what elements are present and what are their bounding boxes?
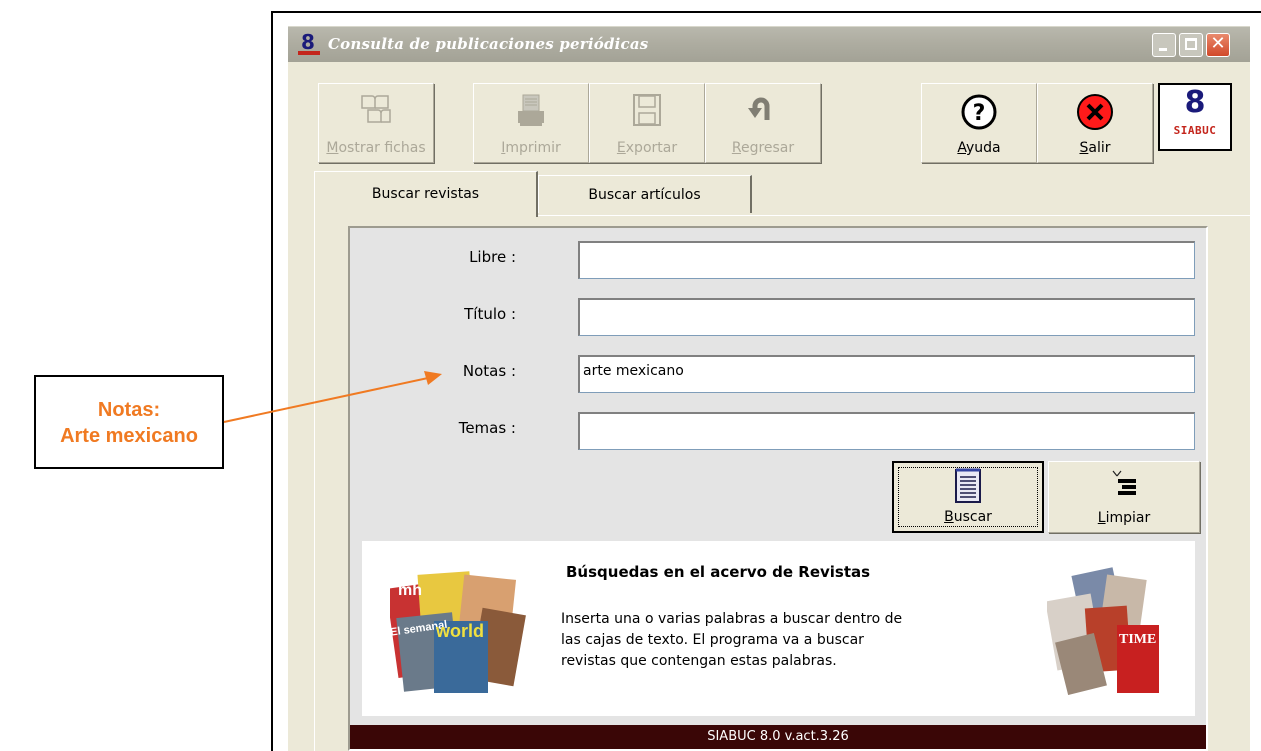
floppy-disk-icon	[633, 94, 661, 126]
annotation-callout: Notas: Arte mexicano	[34, 375, 224, 469]
libre-input[interactable]	[578, 241, 1195, 279]
svg-text:mh: mh	[398, 582, 422, 599]
imprimir-button[interactable]: Imprimir	[473, 83, 589, 163]
info-title: Búsquedas en el acervo de Revistas	[566, 563, 871, 581]
list-document-icon	[955, 468, 981, 503]
info-description: Inserta una o varias palabras a buscar d…	[561, 611, 903, 669]
minimize-button[interactable]	[1152, 33, 1176, 57]
annotation-line2: Arte mexicano	[60, 425, 198, 447]
temas-label: Temas :	[458, 419, 516, 437]
undo-arrow-icon	[748, 97, 770, 120]
limpiar-button[interactable]: Limpiar	[1048, 461, 1200, 533]
title-bar[interactable]: 8 Consulta de publicaciones periódicas ✕	[288, 26, 1250, 62]
siabuc-app-icon: 8	[298, 30, 320, 57]
ayuda-button[interactable]: ? Ayuda	[921, 83, 1037, 163]
siabuc-logo: 8 SIABUC	[1158, 83, 1232, 151]
app-window: 8 Consulta de publicaciones periódicas ✕…	[288, 26, 1250, 751]
info-panel: mh El semanal world Búsquedas en el acer…	[362, 541, 1195, 716]
magazine-collage-right: TIME	[1047, 567, 1159, 695]
svg-text:?: ?	[973, 101, 986, 126]
magazine-collage-left: mh El semanal world	[390, 571, 526, 693]
printer-icon	[518, 94, 544, 126]
tab-buscar-revistas[interactable]: Buscar revistas	[314, 171, 538, 217]
annotation-line1: Notas:	[97, 399, 161, 421]
close-icon: ✕	[1210, 33, 1226, 54]
clear-lines-icon	[1112, 470, 1136, 495]
open-book-icon	[361, 95, 391, 123]
search-form-group: Libre : Título : Notas : arte mexicano T…	[348, 226, 1208, 751]
notas-label: Notas :	[462, 362, 516, 380]
buscar-button[interactable]: Buscar	[892, 461, 1044, 533]
regresar-button[interactable]: Regresar	[705, 83, 821, 163]
notas-input[interactable]: arte mexicano	[578, 355, 1195, 393]
salir-button[interactable]: Salir	[1037, 83, 1153, 163]
titulo-input[interactable]	[578, 298, 1195, 336]
minimize-icon	[1159, 48, 1167, 51]
maximize-button[interactable]	[1179, 33, 1203, 57]
red-x-icon	[1077, 94, 1113, 130]
maximize-icon	[1185, 38, 1197, 50]
status-bar: SIABUC 8.0 v.act.3.26	[350, 725, 1206, 749]
libre-label: Libre :	[469, 248, 516, 266]
mostrar-fichas-button[interactable]: Mostrar fichas	[318, 83, 434, 163]
screenshot-frame-left	[271, 11, 273, 751]
close-button[interactable]: ✕	[1206, 33, 1230, 57]
screenshot-frame-top	[271, 11, 1261, 13]
temas-input[interactable]	[578, 412, 1195, 450]
tab-buscar-articulos[interactable]: Buscar artículos	[538, 175, 752, 213]
question-mark-icon: ?	[961, 94, 997, 130]
window-title: Consulta de publicaciones periódicas	[328, 35, 649, 53]
svg-text:world: world	[435, 621, 484, 641]
exportar-button[interactable]: Exportar	[589, 83, 705, 163]
svg-text:TIME: TIME	[1119, 632, 1156, 647]
titulo-label: Título :	[464, 305, 516, 323]
